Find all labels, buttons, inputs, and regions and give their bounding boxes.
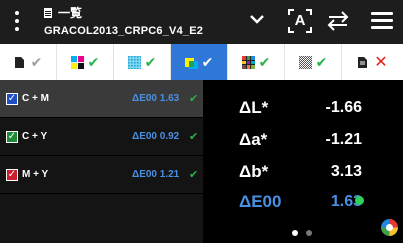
check-icon: ✔ [201, 53, 214, 70]
more-options-icon[interactable] [13, 11, 21, 33]
halftone-cyan-icon [127, 55, 141, 69]
list-item[interactable]: ✓ M + Y ΔE00 1.21 ✔ [0, 156, 203, 194]
scan-a-icon: A [294, 12, 306, 29]
check-icon: ✔ [189, 131, 199, 143]
measurement-panel: ΔL* -1.66 Δa* -1.21 Δb* 3.13 ΔE00 1.63 [203, 80, 403, 243]
delta-b-value: 3.13 [330, 163, 362, 180]
top-bar: 一覧 GRACOL2013_CRPC6_V4_E2 A [0, 0, 403, 44]
page-dot[interactable] [306, 230, 312, 236]
tab-halftone[interactable]: ✔ [114, 44, 171, 80]
reference-title: GRACOL2013_CRPC6_V4_E2 [44, 25, 204, 37]
check-icon: ✔ [258, 53, 271, 70]
checkbox[interactable]: ✓ [6, 168, 18, 181]
delta-a-value: -1.21 [325, 131, 362, 148]
doc-list-label: 一覧 [58, 6, 83, 20]
color-wheel-icon[interactable] [381, 219, 398, 236]
tab-document-error[interactable]: ✕ [342, 44, 403, 80]
list-item[interactable]: ✓ C + M ΔE00 1.63 ✔ [0, 80, 203, 118]
rgb-grid-icon [241, 55, 255, 69]
cmyk-patches-icon [70, 55, 84, 69]
delta-b-label: Δb* [239, 162, 269, 181]
patch-list: ✓ C + M ΔE00 1.63 ✔ ✓ C + Y ΔE00 0.92 ✔ … [0, 80, 203, 243]
cross-icon: ✕ [374, 54, 388, 71]
row-delta-e: ΔE00 1.63 [132, 93, 180, 104]
document-icon [358, 56, 368, 68]
check-icon: ✔ [144, 53, 157, 70]
document-icon [44, 8, 52, 18]
document-icon [14, 56, 24, 68]
check-icon: ✔ [30, 53, 43, 70]
tab-rgb-grid[interactable]: ✔ [228, 44, 285, 80]
hamburger-menu-icon[interactable] [371, 12, 393, 30]
row-delta-e: ΔE00 1.21 [132, 169, 180, 180]
tab-overprint[interactable]: ✔ [171, 44, 228, 80]
check-icon: ✔ [87, 53, 100, 70]
list-item[interactable]: ✓ C + Y ΔE00 0.92 ✔ [0, 118, 203, 156]
page-dot-active[interactable] [292, 230, 298, 236]
patch-tabs: ✔ ✔ ✔ ✔ ✔ ✔ ✕ [0, 44, 403, 80]
delta-l-label: ΔL* [239, 98, 269, 117]
row-label: C + M [22, 93, 49, 104]
delta-a-label: Δa* [239, 130, 268, 149]
chevron-down-icon[interactable] [249, 13, 265, 25]
status-dot [355, 196, 364, 205]
delta-l-value: -1.66 [325, 99, 362, 116]
title-block[interactable]: 一覧 GRACOL2013_CRPC6_V4_E2 [44, 6, 203, 37]
tab-checkerboard[interactable]: ✔ [285, 44, 342, 80]
check-icon: ✔ [189, 169, 199, 181]
row-delta-e: ΔE00 0.92 [132, 131, 180, 142]
check-icon: ✔ [315, 53, 328, 70]
check-icon: ✔ [189, 93, 199, 105]
tab-document[interactable]: ✔ [0, 44, 57, 80]
checkbox[interactable]: ✓ [6, 130, 18, 143]
overprint-square-icon [184, 57, 198, 69]
row-label: C + Y [22, 131, 48, 142]
swap-arrows-icon[interactable] [327, 11, 349, 31]
delta-e00-label: ΔE00 [239, 192, 282, 211]
row-label: M + Y [22, 169, 49, 180]
scan-button[interactable]: A [288, 9, 312, 33]
checkerboard-icon [298, 55, 312, 69]
checkbox[interactable]: ✓ [6, 92, 18, 105]
tab-cmyk[interactable]: ✔ [57, 44, 114, 80]
